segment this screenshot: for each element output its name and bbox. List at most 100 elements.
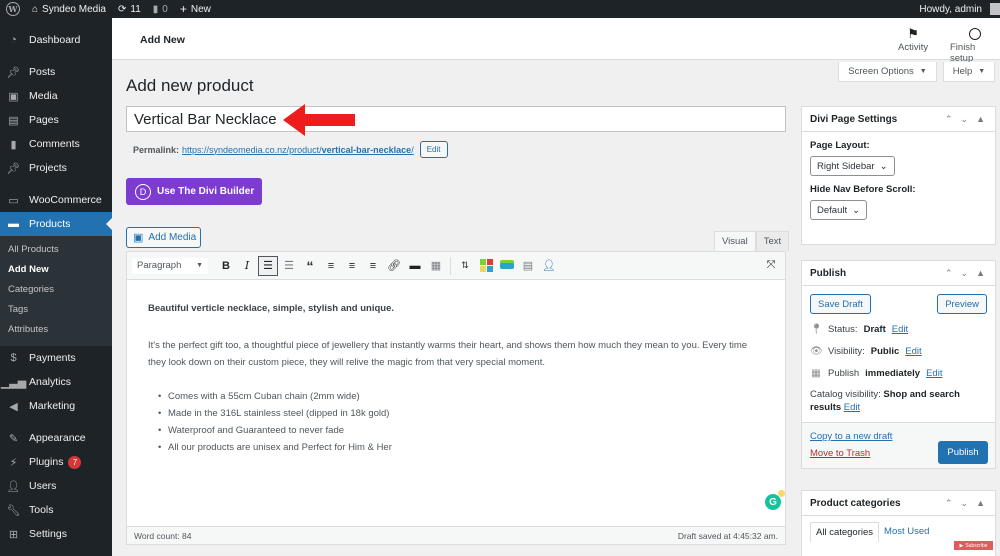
help-button[interactable]: Help ▼ bbox=[943, 62, 995, 82]
user-shortcode-button[interactable]: 👤︎ bbox=[539, 256, 559, 276]
move-up-icon[interactable]: ⌃ bbox=[945, 498, 953, 509]
align-center-icon: ≡ bbox=[348, 259, 356, 272]
move-down-icon[interactable]: ⌄ bbox=[961, 498, 969, 509]
comments-link[interactable]: ▮ 0 bbox=[147, 0, 174, 18]
editor-statusbar: Word count: 84 Draft saved at 4:45:32 am… bbox=[127, 526, 785, 544]
submenu-all-products[interactable]: All Products bbox=[0, 240, 112, 260]
bold-button[interactable]: B bbox=[216, 256, 236, 276]
sidebar-item-projects[interactable]: 📌︎ Projects bbox=[0, 156, 112, 180]
align-right-button[interactable]: ≡ bbox=[363, 256, 383, 276]
numbered-list-button[interactable]: ☰ bbox=[279, 256, 299, 276]
sidebar-item-dashboard[interactable]: ◔ Dashboard bbox=[0, 28, 112, 52]
tab-all-categories[interactable]: All categories bbox=[810, 522, 880, 542]
move-down-icon[interactable]: ⌄ bbox=[961, 268, 969, 279]
insert-link-button[interactable]: 🔗︎ bbox=[384, 256, 404, 276]
blockquote-button[interactable]: “ bbox=[300, 256, 320, 276]
sidebar-item-posts[interactable]: 📌︎ Posts bbox=[0, 60, 112, 84]
text-block-button[interactable]: ▤ bbox=[518, 256, 538, 276]
pin-icon: 📍︎ bbox=[810, 324, 823, 335]
settings-icon: ⊞ bbox=[8, 528, 19, 541]
sidebar-item-analytics[interactable]: ▁▃▅ Analytics bbox=[0, 370, 112, 394]
numbered-list-icon: ☰ bbox=[284, 260, 294, 272]
sidebar-item-comments[interactable]: ▮ Comments bbox=[0, 132, 112, 156]
preview-button[interactable]: Preview bbox=[937, 294, 987, 314]
add-media-button[interactable]: ▣ Add Media bbox=[126, 227, 201, 248]
copy-to-draft-link[interactable]: Copy to a new draft bbox=[810, 431, 892, 442]
permalink-link[interactable]: https://syndeomedia.co.nz/product/vertic… bbox=[182, 145, 414, 155]
colorful-grid-icon bbox=[479, 259, 493, 272]
tab-most-used[interactable]: Most Used bbox=[879, 522, 934, 542]
editor-content[interactable]: Beautiful verticle necklace, simple, sty… bbox=[127, 280, 785, 514]
tab-visual[interactable]: Visual bbox=[714, 231, 756, 251]
submenu-attributes[interactable]: Attributes bbox=[0, 320, 112, 340]
save-draft-button[interactable]: Save Draft bbox=[810, 294, 871, 314]
sidebar-item-payments[interactable]: $ Payments bbox=[0, 346, 112, 370]
pin-icon: 📌︎ bbox=[6, 162, 21, 175]
sidebar-item-pages[interactable]: ▤ Pages bbox=[0, 108, 112, 132]
hide-nav-select[interactable]: Default ⌄ bbox=[810, 200, 868, 220]
visibility-row: 👁︎ Visibility: Public Edit bbox=[810, 346, 922, 357]
admin-bar: W ⌂ Syndeo Media ⟳ 11 ▮ 0 + New Howdy, admin bbox=[0, 0, 1000, 18]
finish-setup-button[interactable]: Finish setup bbox=[950, 26, 1000, 64]
move-down-icon[interactable]: ⌄ bbox=[961, 114, 969, 125]
submenu-categories[interactable]: Categories bbox=[0, 280, 112, 300]
fullscreen-button[interactable]: ⤧ bbox=[761, 256, 781, 276]
submenu-add-new[interactable]: Add New bbox=[0, 260, 112, 280]
sidebar-item-appearance[interactable]: ✎ Appearance bbox=[0, 426, 112, 450]
screen-options-button[interactable]: Screen Options ▼ bbox=[838, 62, 937, 82]
collapse-icon[interactable]: ▲ bbox=[976, 498, 985, 509]
collapse-icon[interactable]: ▲ bbox=[976, 114, 985, 125]
wrench-icon: 🔧︎ bbox=[6, 504, 21, 517]
new-content-link[interactable]: + New bbox=[174, 0, 217, 18]
toggle-shortcode-button[interactable] bbox=[497, 256, 517, 276]
updates-link[interactable]: ⟳ 11 bbox=[112, 0, 147, 18]
submenu-tags[interactable]: Tags bbox=[0, 300, 112, 320]
format-select[interactable]: Paragraph ▼ bbox=[131, 256, 209, 275]
subscribe-watermark[interactable]: ▶ Subscribe bbox=[954, 541, 993, 550]
align-left-button[interactable]: ≡ bbox=[321, 256, 341, 276]
wp-logo-button[interactable]: W bbox=[0, 0, 26, 18]
list-item: Made in the 316L stainless steel (dipped… bbox=[158, 405, 764, 422]
grammarly-icon[interactable]: G bbox=[765, 490, 785, 510]
bulleted-list-button[interactable]: ☰ bbox=[258, 255, 278, 276]
divi-page-settings-box: Divi Page Settings ⌃ ⌄ ▲ Page Layout: Righ… bbox=[801, 106, 996, 245]
publish-button[interactable]: Publish bbox=[938, 441, 988, 464]
sidebar-item-plugins[interactable]: ⚡︎ Plugins 7 bbox=[0, 450, 112, 474]
sidebar-item-products[interactable]: ▬ Products bbox=[0, 212, 112, 236]
product-title-input[interactable] bbox=[126, 106, 786, 132]
collapse-icon[interactable]: ▲ bbox=[976, 268, 985, 279]
page-layout-label: Page Layout: bbox=[810, 140, 870, 151]
activity-button[interactable]: ⚑ Activity bbox=[898, 26, 928, 53]
sidebar-item-media[interactable]: ▣ Media bbox=[0, 84, 112, 108]
divi-builder-button[interactable]: D Use The Divi Builder bbox=[126, 178, 262, 205]
chevron-down-icon: ⌄ bbox=[852, 204, 861, 216]
read-more-button[interactable]: ▬ bbox=[405, 256, 425, 276]
sidebar-item-settings[interactable]: ⊞ Settings bbox=[0, 522, 112, 546]
dashboard-icon: ◔ bbox=[10, 34, 17, 46]
arrows-up-icon: ⇅ bbox=[461, 260, 469, 270]
woocommerce-icon: ▭ bbox=[8, 194, 19, 207]
schedule-edit-link[interactable]: Edit bbox=[926, 368, 942, 379]
sidebar-item-woocommerce[interactable]: ▭ WooCommerce bbox=[0, 188, 112, 212]
bar-chart-icon: ▁▃▅ bbox=[0, 376, 27, 389]
layout-grid-button[interactable] bbox=[476, 256, 496, 276]
sidebar-item-marketing[interactable]: ◀ Marketing bbox=[0, 394, 112, 418]
account-menu[interactable]: Howdy, admin bbox=[913, 0, 1000, 18]
sidebar-item-tools[interactable]: 🔧︎ Tools bbox=[0, 498, 112, 522]
status-edit-link[interactable]: Edit bbox=[892, 324, 908, 335]
tab-text[interactable]: Text bbox=[755, 231, 790, 251]
catalog-edit-link[interactable]: Edit bbox=[844, 402, 860, 413]
toolbar-toggle-button[interactable]: ▦ bbox=[426, 256, 446, 276]
align-center-button[interactable]: ≡ bbox=[342, 256, 362, 276]
site-name-link[interactable]: ⌂ Syndeo Media bbox=[26, 0, 112, 18]
divi-insert-button[interactable]: ⇅ bbox=[455, 256, 475, 276]
sidebar-item-users[interactable]: 👤︎ Users bbox=[0, 474, 112, 498]
move-up-icon[interactable]: ⌃ bbox=[945, 114, 953, 125]
permalink-edit-button[interactable]: Edit bbox=[419, 141, 448, 158]
page-layout-select[interactable]: Right Sidebar ⌄ bbox=[810, 156, 895, 176]
header-title: Add New bbox=[140, 34, 185, 46]
visibility-edit-link[interactable]: Edit bbox=[905, 346, 921, 357]
italic-button[interactable]: I bbox=[237, 256, 257, 276]
refresh-icon: ⟳ bbox=[117, 3, 127, 15]
move-up-icon[interactable]: ⌃ bbox=[945, 268, 953, 279]
